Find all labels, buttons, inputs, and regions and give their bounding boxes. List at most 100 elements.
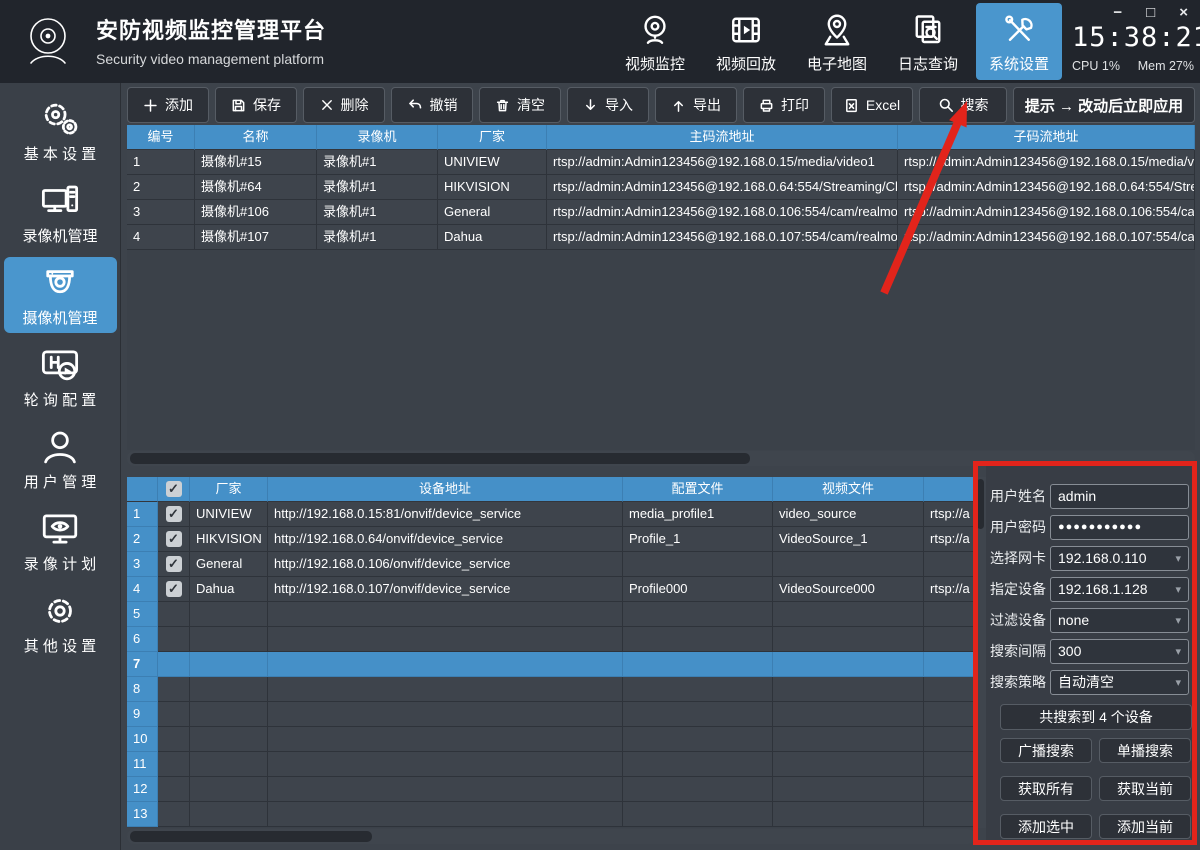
sidebar-item-recorder-management[interactable]: 录像机管理 <box>4 175 117 251</box>
maximize-button[interactable]: □ <box>1146 4 1155 22</box>
interval-select[interactable]: 300 ▾ <box>1050 639 1189 664</box>
unicast-search-button[interactable]: 单播搜索 <box>1099 738 1191 763</box>
print-button[interactable]: 打印 <box>743 87 825 123</box>
sidebar-item-recording-plan[interactable]: 录 像 计 划 <box>4 503 117 579</box>
device-select[interactable]: 192.168.1.128 ▾ <box>1050 577 1189 602</box>
password-input-box <box>1050 515 1189 540</box>
scrollbar-thumb[interactable] <box>977 479 984 529</box>
device-row[interactable]: 9 <box>127 702 975 727</box>
camera-row[interactable]: 3 摄像机#106 录像机#1 General rtsp://admin:Adm… <box>127 200 1195 225</box>
device-row[interactable]: 3 ✓ General http://192.168.0.106/onvif/d… <box>127 552 975 577</box>
device-row[interactable]: 8 <box>127 677 975 702</box>
device-table-hscrollbar[interactable] <box>127 829 975 844</box>
add-current-button[interactable]: 添加当前 <box>1099 814 1191 839</box>
get-current-button[interactable]: 获取当前 <box>1099 776 1191 801</box>
camera-row[interactable]: 1 摄像机#15 录像机#1 UNIVIEW rtsp://admin:Admi… <box>127 150 1195 175</box>
film-playback-icon <box>728 12 764 48</box>
device-row[interactable]: 10 <box>127 727 975 752</box>
nav-item-video-playback[interactable]: 视频回放 <box>703 0 789 83</box>
nic-select[interactable]: 192.168.0.110 ▾ <box>1050 546 1189 571</box>
camera-row[interactable]: 4 摄像机#107 录像机#1 Dahua rtsp://admin:Admin… <box>127 225 1195 250</box>
username-input[interactable] <box>1058 488 1181 504</box>
sidebar-item-other-settings[interactable]: 其 他 设 置 <box>4 585 117 661</box>
sidebar-item-polling-config[interactable]: 轮 询 配 置 <box>4 339 117 415</box>
cell-checkbox[interactable] <box>158 677 190 702</box>
cell-profile <box>623 652 773 677</box>
device-row[interactable]: 5 <box>127 602 975 627</box>
cell-checkbox[interactable] <box>158 802 190 827</box>
device-row[interactable]: 6 <box>127 627 975 652</box>
cell-checkbox[interactable]: ✓ <box>158 577 190 602</box>
device-row-selected[interactable]: 7 <box>127 652 975 677</box>
cell-checkbox[interactable] <box>158 652 190 677</box>
strategy-select[interactable]: 自动清空 ▾ <box>1050 670 1189 695</box>
add-selected-button[interactable]: 添加选中 <box>1000 814 1092 839</box>
get-all-button[interactable]: 获取所有 <box>1000 776 1092 801</box>
camera-row[interactable]: 2 摄像机#64 录像机#1 HIKVISION rtsp://admin:Ad… <box>127 175 1195 200</box>
cell-checkbox[interactable] <box>158 752 190 777</box>
sidebar-item-user-management[interactable]: 用 户 管 理 <box>4 421 117 497</box>
undo-button[interactable]: 撤销 <box>391 87 473 123</box>
password-input[interactable] <box>1058 521 1181 533</box>
row-checkbox[interactable]: ✓ <box>166 556 182 572</box>
col-header-name[interactable]: 名称 <box>195 125 317 150</box>
row-checkbox[interactable]: ✓ <box>166 581 182 597</box>
cell-checkbox[interactable] <box>158 777 190 802</box>
broadcast-search-button[interactable]: 广播搜索 <box>1000 738 1092 763</box>
close-button[interactable]: × <box>1179 4 1188 22</box>
chevron-down-icon: ▾ <box>1175 614 1181 627</box>
nav-item-video-monitor[interactable]: 视频监控 <box>612 0 698 83</box>
row-checkbox[interactable]: ✓ <box>166 531 182 547</box>
cell-checkbox[interactable] <box>158 602 190 627</box>
person-icon <box>39 426 81 468</box>
nav-label: 视频监控 <box>625 53 685 74</box>
device-row[interactable]: 13 <box>127 802 975 827</box>
col-header-address[interactable]: 设备地址 <box>268 477 623 502</box>
device-row[interactable]: 2 ✓ HIKVISION http://192.168.0.64/onvif/… <box>127 527 975 552</box>
cell-checkbox[interactable] <box>158 727 190 752</box>
nav-item-system-settings[interactable]: 系统设置 <box>976 3 1062 80</box>
device-row[interactable]: 11 <box>127 752 975 777</box>
clear-button[interactable]: 清空 <box>479 87 561 123</box>
sidebar-item-camera-management[interactable]: 摄像机管理 <box>4 257 117 333</box>
col-header-recorder[interactable]: 录像机 <box>317 125 438 150</box>
minimize-button[interactable]: − <box>1113 4 1122 22</box>
col-header-vendor[interactable]: 厂家 <box>190 477 268 502</box>
device-row[interactable]: 4 ✓ Dahua http://192.168.0.107/onvif/dev… <box>127 577 975 602</box>
map-pin-icon <box>819 12 855 48</box>
delete-button[interactable]: 删除 <box>303 87 385 123</box>
save-button[interactable]: 保存 <box>215 87 297 123</box>
device-row[interactable]: 1 ✓ UNIVIEW http://192.168.0.15:81/onvif… <box>127 502 975 527</box>
col-header-stream[interactable] <box>924 477 975 502</box>
add-button[interactable]: 添加 <box>127 87 209 123</box>
search-button[interactable]: 搜索 <box>919 87 1007 123</box>
export-button[interactable]: 导出 <box>655 87 737 123</box>
col-header-main-stream[interactable]: 主码流地址 <box>547 125 898 150</box>
cell-checkbox[interactable]: ✓ <box>158 552 190 577</box>
scrollbar-thumb[interactable] <box>130 453 750 464</box>
col-header-vendor[interactable]: 厂家 <box>438 125 547 150</box>
col-header-profile[interactable]: 配置文件 <box>623 477 773 502</box>
col-header-video[interactable]: 视频文件 <box>773 477 924 502</box>
cell-checkbox[interactable]: ✓ <box>158 527 190 552</box>
select-all-checkbox[interactable]: ✓ <box>166 481 182 497</box>
cell-stream: rtsp://a <box>924 577 975 602</box>
scrollbar-thumb[interactable] <box>130 831 372 842</box>
sidebar-item-basic-settings[interactable]: 基 本 设 置 <box>4 93 117 169</box>
filter-select[interactable]: none ▾ <box>1050 608 1189 633</box>
cell-stream <box>924 552 975 577</box>
excel-button[interactable]: Excel <box>831 87 913 123</box>
cell-checkbox[interactable]: ✓ <box>158 502 190 527</box>
cell-checkbox[interactable] <box>158 702 190 727</box>
row-checkbox[interactable]: ✓ <box>166 506 182 522</box>
device-table-vscrollbar[interactable] <box>975 477 986 828</box>
chevron-down-icon: ▾ <box>1175 676 1181 689</box>
nav-item-log-query[interactable]: 日志查询 <box>885 0 971 83</box>
cell-checkbox[interactable] <box>158 627 190 652</box>
col-header-checkbox[interactable]: ✓ <box>158 477 190 502</box>
nav-item-e-map[interactable]: 电子地图 <box>794 0 880 83</box>
device-row[interactable]: 12 <box>127 777 975 802</box>
col-header-sub-stream[interactable]: 子码流地址 <box>898 125 1195 150</box>
col-header-num[interactable]: 编号 <box>127 125 195 150</box>
import-button[interactable]: 导入 <box>567 87 649 123</box>
